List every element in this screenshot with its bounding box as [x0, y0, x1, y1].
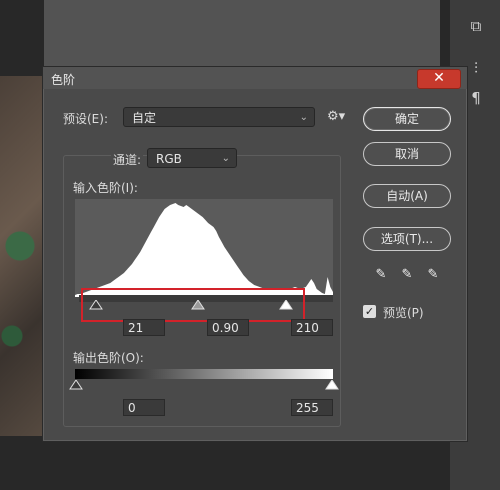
- auto-button[interactable]: 自动(A): [363, 184, 451, 208]
- white-eyedropper-icon[interactable]: ✎: [425, 267, 441, 283]
- input-shadow-field[interactable]: 21: [123, 319, 165, 336]
- output-shadow-handle[interactable]: [69, 380, 83, 390]
- highlight-annotation: [81, 288, 305, 322]
- preview-checkbox[interactable]: ✓: [363, 305, 376, 318]
- gray-eyedropper-icon[interactable]: ✎: [399, 267, 415, 283]
- histogram-area: [75, 203, 333, 297]
- preview-label: 预览(P): [383, 306, 424, 320]
- background-photo: [0, 76, 44, 436]
- histogram: [75, 199, 333, 297]
- channel-label: 通道:: [111, 151, 144, 168]
- preset-value: 自定: [132, 111, 157, 125]
- channel-value: RGB: [156, 152, 182, 166]
- input-levels-label: 输入色阶(I):: [73, 181, 138, 195]
- output-shadow-field[interactable]: 0: [123, 399, 165, 416]
- levels-dialog: 色阶 ✕ 预设(E): 自定 ⌄ ⚙▾ 通道: RGB ⌄ 输入色阶(I): 2…: [42, 66, 468, 442]
- ok-button[interactable]: 确定: [363, 107, 451, 131]
- output-gradient[interactable]: [75, 369, 333, 379]
- dialog-title: 色阶: [51, 73, 76, 87]
- input-highlight-field[interactable]: 210: [291, 319, 333, 336]
- cancel-button[interactable]: 取消: [363, 142, 451, 166]
- output-highlight-field[interactable]: 255: [291, 399, 333, 416]
- input-midtone-field[interactable]: 0.90: [207, 319, 249, 336]
- chevron-down-icon: ⌄: [299, 112, 308, 123]
- gear-icon[interactable]: ⚙▾: [327, 109, 345, 124]
- dialog-titlebar[interactable]: 色阶 ✕: [43, 67, 467, 89]
- preset-label: 预设(E):: [63, 112, 108, 126]
- channel-select[interactable]: RGB ⌄: [147, 148, 237, 168]
- output-highlight-handle[interactable]: [325, 380, 339, 390]
- black-eyedropper-icon[interactable]: ✎: [373, 267, 389, 283]
- output-levels-label: 输出色阶(O):: [73, 351, 144, 365]
- preset-select[interactable]: 自定 ⌄: [123, 107, 315, 127]
- options-button[interactable]: 选项(T)...: [363, 227, 451, 251]
- close-button[interactable]: ✕: [417, 69, 461, 89]
- chevron-down-icon: ⌄: [221, 153, 230, 164]
- panel-tool-icon[interactable]: ⧉: [462, 14, 490, 38]
- canvas-area: [44, 0, 440, 66]
